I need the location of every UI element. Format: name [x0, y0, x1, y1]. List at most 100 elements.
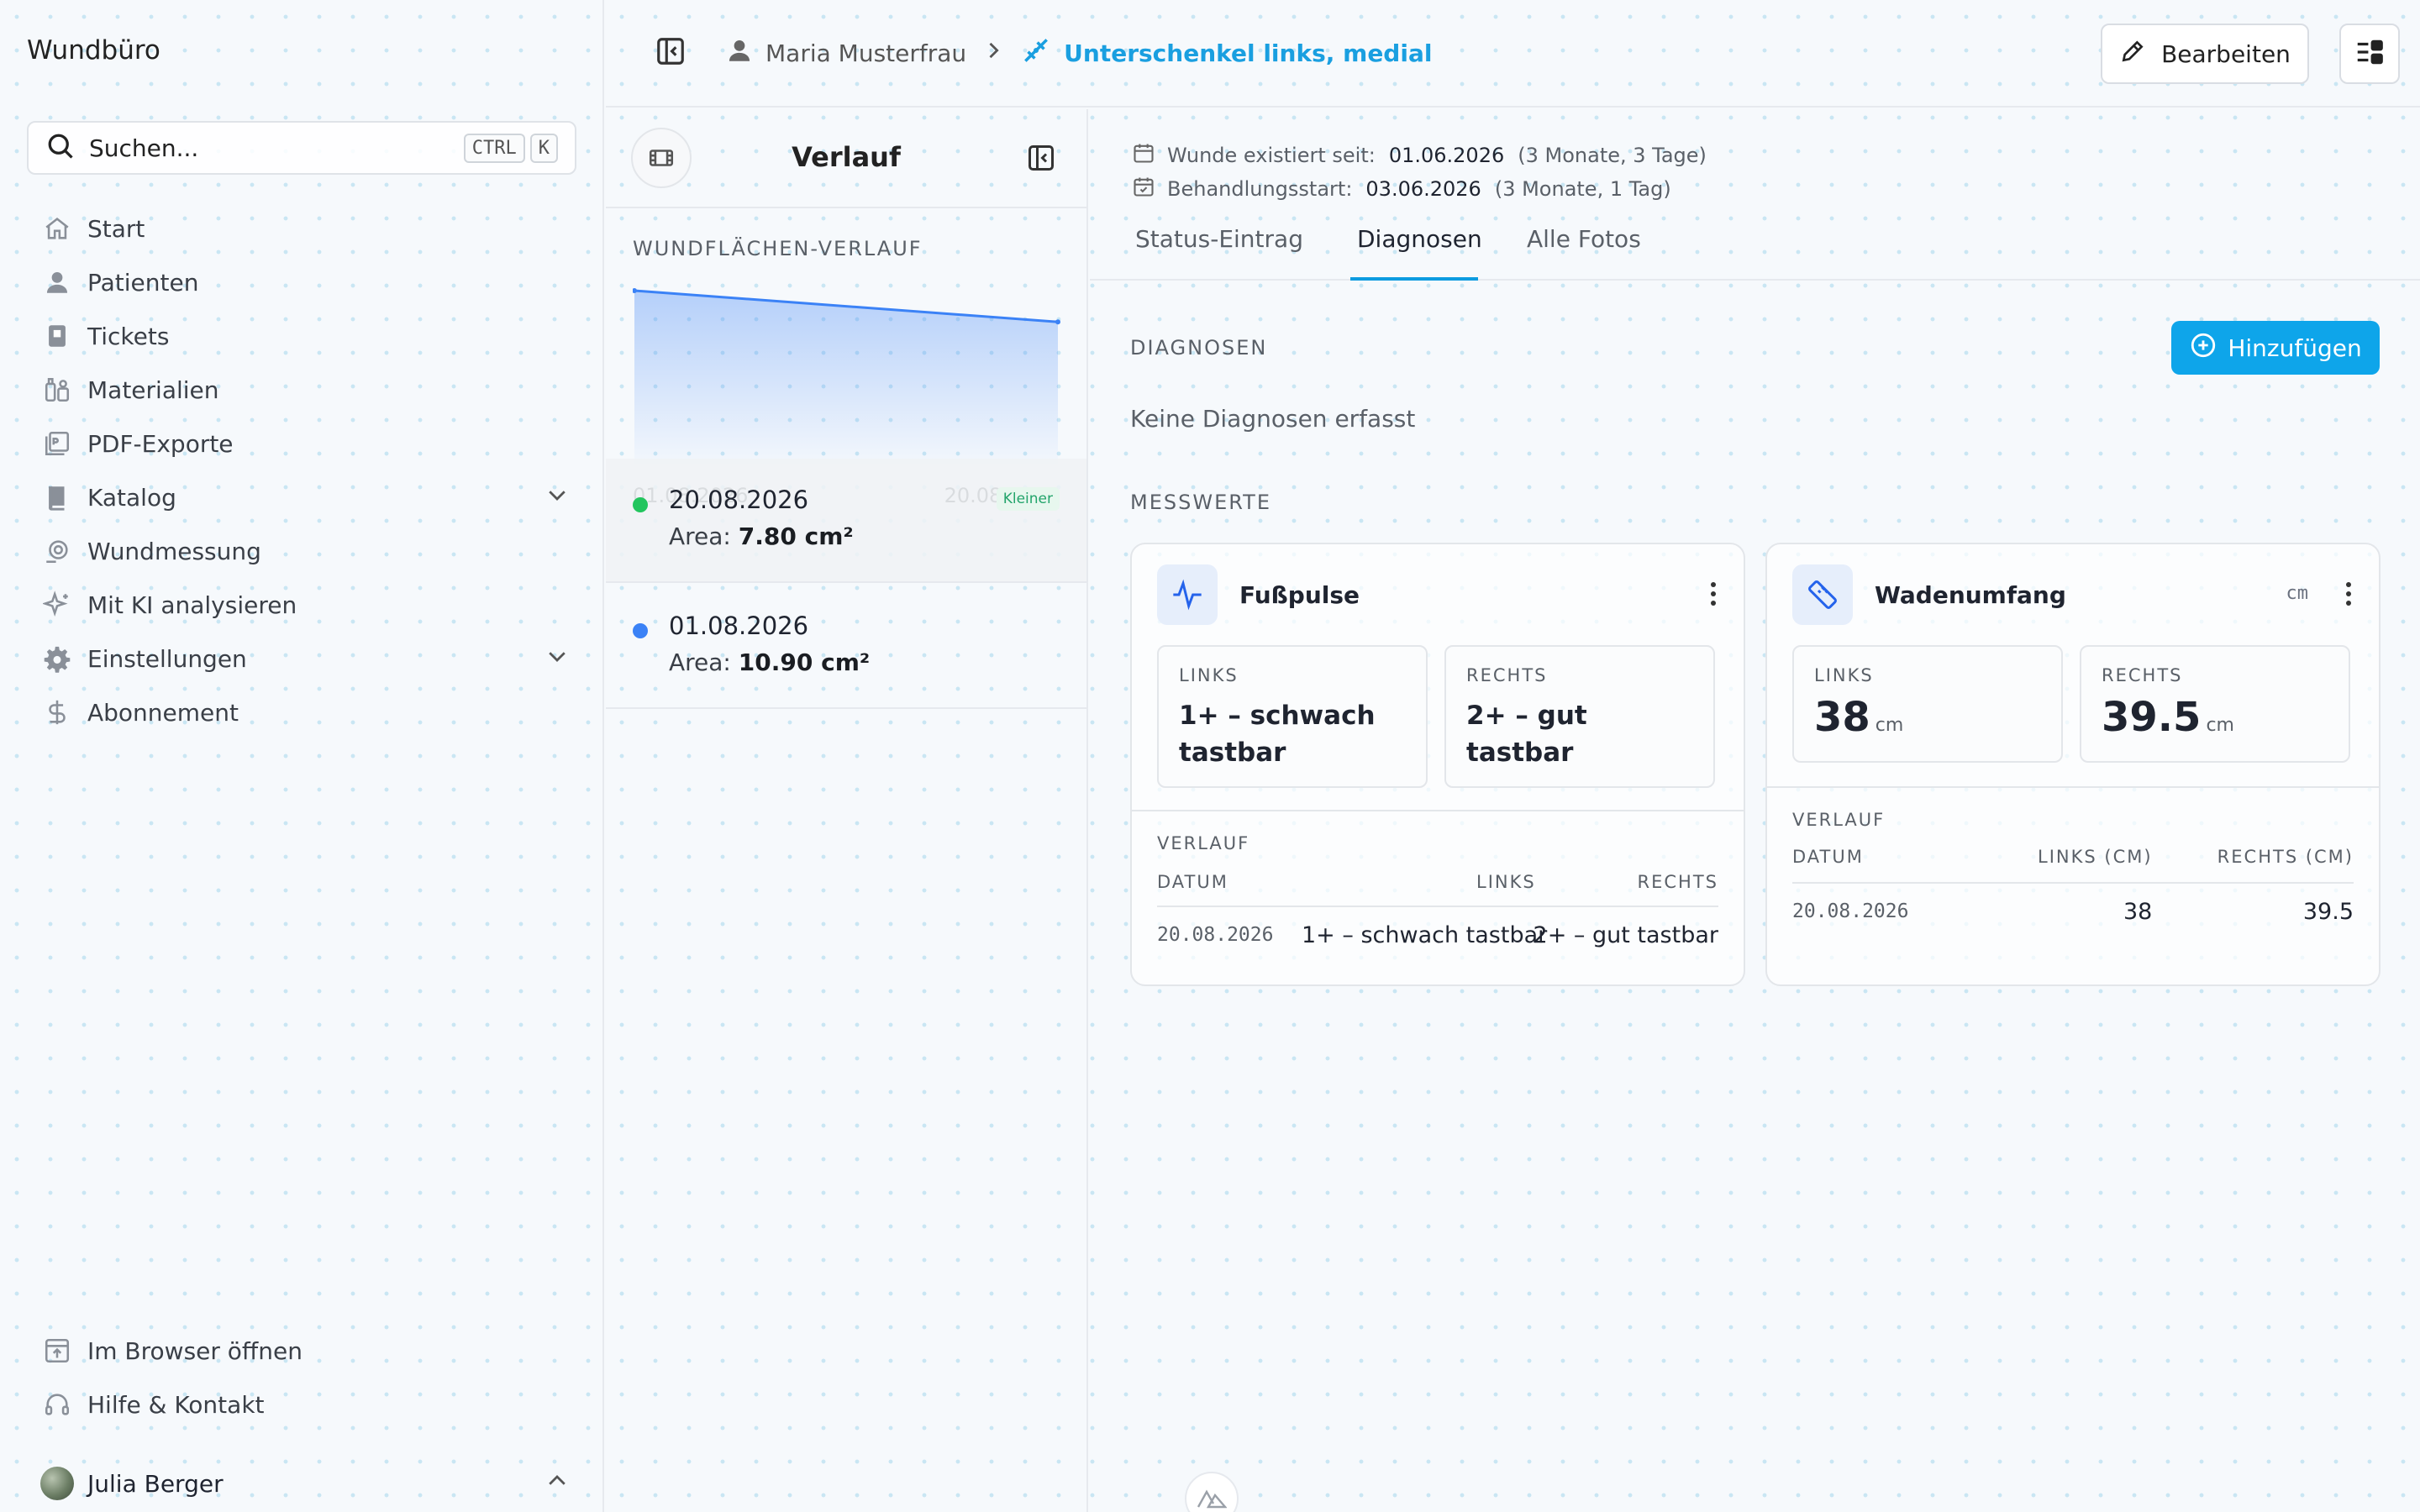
unit-label: cm [2286, 583, 2309, 604]
user-icon [40, 265, 74, 299]
plus-circle-icon [2189, 331, 2217, 365]
sidebar-toggle-icon[interactable] [655, 35, 687, 71]
status-dot [633, 497, 648, 512]
sidebar-item-start[interactable]: Start [40, 202, 570, 255]
table-row-left: 1+ – schwach tastbar [1302, 922, 1548, 948]
browser-icon [40, 1334, 74, 1368]
pulse-icon [1157, 564, 1218, 625]
edit-button[interactable]: Bearbeiten [2101, 24, 2309, 84]
sidebar-item-abonnement[interactable]: Abonnement [40, 685, 570, 739]
chevron-up-icon [544, 1468, 570, 1499]
table-row-right: 2+ – gut tastbar [1533, 922, 1718, 948]
sidebar-nav: Start Patienten Tickets Materialien PDF-… [40, 202, 570, 739]
sidebar-item-browser[interactable]: Im Browser öffnen [40, 1324, 570, 1378]
chart-point [1055, 319, 1060, 325]
history-label: VERLAUF [1157, 833, 1250, 853]
gear-icon [40, 642, 74, 675]
sidebar-item-einstellungen[interactable]: Einstellungen [40, 632, 570, 685]
sidebar-item-katalog[interactable]: Katalog [40, 470, 570, 524]
panel-collapse-icon[interactable] [1026, 143, 1056, 176]
sidebar: Wundbüro Suchen... CTRL K Start Patiente… [0, 0, 604, 1512]
search-input[interactable]: Suchen... CTRL K [27, 121, 576, 175]
sidebar-item-ki-analyse[interactable]: Mit KI analysieren [40, 578, 570, 632]
entry-area: Area: 7.80 cm² [669, 522, 854, 550]
dollar-icon [40, 696, 74, 729]
status-badge: Kleiner [996, 487, 1060, 511]
verlauf-panel: Verlauf WUNDFLÄCHEN-VERLAUF 01.08.2026 20… [606, 109, 1088, 1512]
right-value-box: RECHTS 39.5 cm [2080, 645, 2350, 763]
home-icon [40, 212, 74, 245]
chevron-down-icon[interactable] [544, 643, 570, 675]
headset-icon [40, 1388, 74, 1421]
table-row-left: 38 [2123, 899, 2153, 925]
bandage-icon [1020, 34, 1052, 72]
entry-area: Area: 10.90 cm² [669, 648, 871, 676]
ticket-icon [40, 319, 74, 353]
active-tab-indicator [1350, 277, 1478, 281]
history-entry[interactable]: 01.08.2026 Area: 10.90 cm² [606, 585, 1086, 709]
right-value: 2+ – gut tastbar [1466, 701, 1587, 768]
left-value: 38 cm [1814, 694, 1904, 741]
add-diagnosis-button[interactable]: Hinzufügen [2171, 321, 2380, 375]
left-value-box: LINKS 38 cm [1792, 645, 2063, 763]
shortcut-key-k: K [529, 133, 558, 163]
table-row-right: 39.5 [2302, 899, 2354, 925]
history-entry[interactable]: 20.08.2026 Kleiner Area: 7.80 cm² [606, 459, 1086, 583]
status-dot [633, 623, 648, 638]
sidebar-item-patienten[interactable]: Patienten [40, 255, 570, 309]
top-bar: Maria Musterfrau Unterschenkel links, me… [606, 0, 2420, 108]
more-options-icon[interactable] [1710, 581, 1717, 610]
entry-date: 20.08.2026 [669, 486, 809, 514]
tab-alle-fotos[interactable]: Alle Fotos [1527, 225, 1641, 253]
user-name: Julia Berger [87, 1469, 224, 1498]
chevron-down-icon[interactable] [544, 482, 570, 513]
pdf-icon [40, 427, 74, 460]
book-icon [40, 480, 74, 514]
empty-diagnoses-text: Keine Diagnosen erfasst [1130, 405, 1416, 433]
measure-icon [40, 534, 74, 568]
tab-diagnosen[interactable]: Diagnosen [1357, 225, 1482, 253]
left-value: 1+ – schwach tastbar [1179, 701, 1376, 768]
user-menu[interactable]: Julia Berger [40, 1458, 570, 1509]
shortcut-key-ctrl: CTRL [463, 133, 525, 163]
table-row-date: 20.08.2026 [1157, 924, 1274, 946]
verlauf-header: Verlauf [606, 109, 1086, 208]
layout-icon [2354, 36, 2386, 71]
search-icon [45, 131, 76, 165]
ruler-icon [1792, 564, 1853, 625]
sidebar-item-materialien[interactable]: Materialien [40, 363, 570, 417]
layout-toggle-button[interactable] [2339, 24, 2400, 84]
sidebar-bottom-nav: Im Browser öffnen Hilfe & Kontakt [40, 1324, 570, 1431]
right-value: 39.5 cm [2102, 694, 2234, 741]
breadcrumb-patient[interactable]: Maria Musterfrau [765, 39, 966, 67]
chevron-right-icon [981, 39, 1005, 68]
table-row-date: 20.08.2026 [1792, 900, 1909, 922]
user-icon [725, 36, 754, 71]
breadcrumb-wound: Unterschenkel links, medial [1064, 39, 1433, 67]
sidebar-item-pdf-exporte[interactable]: PDF-Exporte [40, 417, 570, 470]
sidebar-item-tickets[interactable]: Tickets [40, 309, 570, 363]
app-title: Wundbüro [27, 35, 160, 66]
sidebar-item-hilfe[interactable]: Hilfe & Kontakt [40, 1378, 570, 1431]
tab-bar: Status-Eintrag Diagnosen Alle Fotos [1090, 109, 2420, 281]
materials-icon [40, 373, 74, 407]
search-placeholder: Suchen... [89, 134, 199, 162]
card-title: Fußpulse [1239, 581, 1360, 609]
pencil-icon [2119, 38, 2146, 71]
wadenumfang-card: Wadenumfang cm LINKS 38 cm RECHTS 39.5 cm … [1765, 543, 2381, 986]
sidebar-item-wundmessung[interactable]: Wundmessung [40, 524, 570, 578]
fusspulse-card: Fußpulse LINKS 1+ – schwach tastbar RECH… [1130, 543, 1745, 986]
history-label: VERLAUF [1792, 810, 1886, 830]
left-value-box: LINKS 1+ – schwach tastbar [1157, 645, 1428, 788]
breadcrumb: Maria Musterfrau Unterschenkel links, me… [725, 34, 1432, 72]
sparkle-icon [40, 588, 74, 622]
verlauf-title: Verlauf [792, 141, 901, 173]
more-options-icon[interactable] [2345, 581, 2352, 610]
main-content: Wunde existiert seit: 01.06.2026 (3 Mona… [1090, 109, 2420, 1512]
avatar [40, 1467, 74, 1500]
tab-status-eintrag[interactable]: Status-Eintrag [1135, 225, 1303, 253]
chart-label: WUNDFLÄCHEN-VERLAUF [633, 237, 923, 260]
measurements-heading: MESSWERTE [1130, 491, 1271, 514]
card-title: Wadenumfang [1875, 581, 2066, 609]
diagnoses-heading: DIAGNOSEN [1130, 336, 1268, 360]
